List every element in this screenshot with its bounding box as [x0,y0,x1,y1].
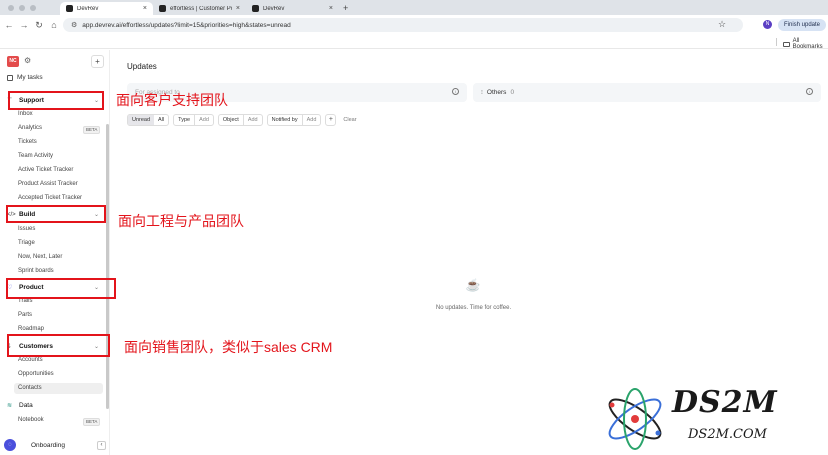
sidebar-item-issues[interactable]: Issues [18,226,35,232]
tab-close-icon[interactable]: × [236,5,240,12]
object-filter[interactable]: Object Add [217,114,263,126]
sidebar-section-data[interactable]: ≋ Data [5,399,103,412]
coffee-cup-icon: ☕ [465,278,481,292]
atom-logo-icon [608,388,662,450]
reload-icon[interactable]: ↻ [33,20,45,31]
new-tab-button[interactable]: + [339,3,348,13]
page-title: Updates [127,62,157,71]
browser-tab-bar: DevRev × effortless | Customer Portal × … [0,0,828,15]
filter-bar: Unread All Type Add Object Add Notified … [127,114,357,126]
state-filter[interactable]: Unread All [127,114,170,126]
sidebar-item-accepted-ticket-tracker[interactable]: Accepted Ticket Tracker [18,195,82,201]
updates-card-others[interactable]: ⁝ Others 0 i [473,83,821,102]
clear-filters-button[interactable]: Clear [340,117,356,123]
sidebar-item-opportunities[interactable]: Opportunities [18,371,54,377]
browser-tab-devrev[interactable]: DevRev × [60,2,153,15]
sidebar-item-sprint-boards[interactable]: Sprint boards [18,268,54,274]
sidebar-item-active-ticket-tracker[interactable]: Active Ticket Tracker [18,167,73,173]
sidebar-item-analytics[interactable]: Analytics [18,125,42,131]
annotation-build: 面向工程与产品团队 [118,213,244,229]
finish-update-button[interactable]: Finish update [778,19,826,31]
beta-badge: BETA [83,126,101,134]
annotation-support: 面向客户支持团队 [116,92,228,108]
drag-handle-icon: ⁝ [481,90,483,96]
chat-bubble-icon: ◌ [4,439,16,451]
sidebar-item-parts[interactable]: Parts [18,312,32,318]
sidebar-item-now-next-later[interactable]: Now, Next, Later [18,254,62,260]
highlight-box-build [6,205,106,223]
back-arrow-icon[interactable]: ← [3,20,15,30]
beta-badge: BETA [83,418,101,426]
notified-by-filter[interactable]: Notified by Add [266,114,322,126]
sidebar-item-team-activity[interactable]: Team Activity [18,153,53,159]
address-bar-row: ← → ↻ ⌂ ⚙ app.devrev.ai/effortless/updat… [0,15,828,35]
empty-state-message: No updates. Time for coffee. [435,305,512,311]
annotation-customers: 面向销售团队，类似于sales CRM [124,339,333,355]
onboarding-item[interactable]: ◌ Onboarding ‹ [4,437,106,453]
type-filter[interactable]: Type Add [173,114,214,126]
folder-icon [783,41,790,47]
sidebar-add-button[interactable]: + [91,55,104,68]
watermark: DS2M DS2M.COM [600,385,825,453]
devrev-favicon-icon [159,5,166,12]
highlight-box-customers [7,334,110,357]
layers-icon: ≋ [7,403,13,409]
highlight-box-product [6,278,116,299]
collapse-sidebar-button[interactable]: ‹ [97,440,106,450]
sidebar-scrollbar[interactable] [106,124,109,409]
devrev-favicon-icon [66,5,73,12]
tasks-icon [7,74,13,81]
highlight-box-support [8,91,104,110]
bookmarks-divider [776,38,777,46]
sidebar-item-product-assist-tracker[interactable]: Product Assist Tracker [18,181,78,187]
tab-close-icon[interactable]: × [329,5,333,12]
sidebar-item-triage[interactable]: Triage [18,240,35,246]
all-bookmarks-button[interactable]: All Bookmarks [783,38,828,50]
sidebar-item-contacts[interactable]: Contacts [14,383,103,394]
bookmark-star-icon[interactable]: ☆ [718,19,726,30]
sidebar-item-inbox[interactable]: Inbox [18,111,33,117]
info-icon[interactable]: i [452,88,459,95]
sidebar: NC ⚙ + My tasks ⊤ Support ⌄ Inbox Analyt… [0,50,110,455]
devrev-favicon-icon [252,5,259,12]
tab-close-icon[interactable]: × [143,5,147,12]
site-info-icon[interactable]: ⚙ [71,21,77,29]
bookmarks-bar: All Bookmarks [0,35,828,50]
settings-gear-icon[interactable]: ⚙ [24,56,31,65]
browser-tab-devrev-2[interactable]: DevRev × [246,2,339,15]
home-icon[interactable]: ⌂ [48,20,60,30]
add-filter-button[interactable]: + [325,114,337,126]
sidebar-item-accounts[interactable]: Accounts [18,357,43,363]
profile-avatar[interactable]: N [763,20,772,29]
sidebar-item-tickets[interactable]: Tickets [18,139,37,145]
forward-arrow-icon[interactable]: → [18,20,30,30]
url-field[interactable]: ⚙ app.devrev.ai/effortless/updates?limit… [63,18,743,32]
info-icon[interactable]: i [806,88,813,95]
workspace-avatar[interactable]: NC [7,56,19,67]
filter-unread[interactable]: Unread [128,115,155,125]
filter-all[interactable]: All [154,115,168,125]
sidebar-item-roadmap[interactable]: Roadmap [18,326,44,332]
sidebar-item-notebook[interactable]: Notebook [18,417,44,423]
browser-tab-customer-portal[interactable]: effortless | Customer Portal × [153,2,246,15]
window-controls[interactable] [0,4,60,11]
sidebar-item-my-tasks[interactable]: My tasks [7,74,43,81]
